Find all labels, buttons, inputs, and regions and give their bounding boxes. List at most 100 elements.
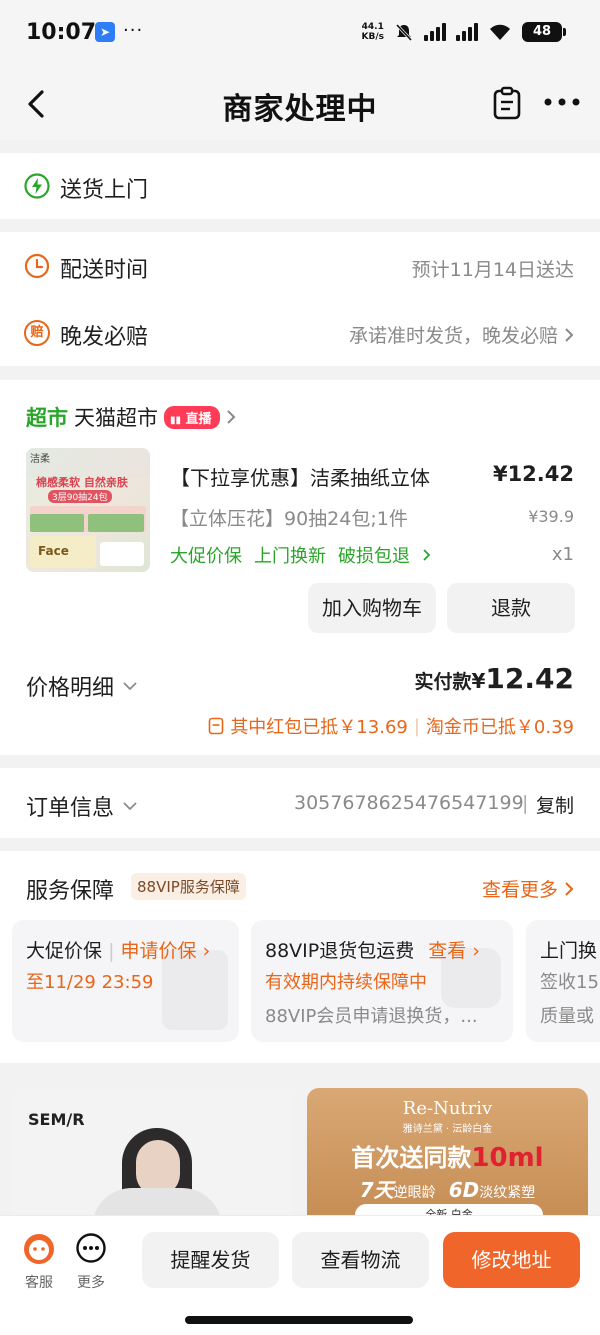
service-item-status: 有效期内持续保障中 [265,972,427,993]
shop-header[interactable]: 超市 天猫超市 ▮▮ 直播 [26,402,236,432]
supermarket-logo: 超市 [26,406,68,430]
more-circle-icon [76,1233,106,1263]
more-icon[interactable] [542,90,582,114]
battery-icon: 48 [522,22,566,42]
service-tags[interactable]: 大促价保 上门换新 破损包退 [170,542,431,568]
ad-tagline-num2: 6D [448,1178,480,1202]
service-item-line3: 质量或 [540,1006,594,1027]
service-item-line2: 签收15 [540,972,599,993]
image-spec-text: 3层90抽24包 [48,490,112,503]
clipboard-icon[interactable] [492,86,522,120]
ad-headline-text: 首次送同款 [351,1144,472,1172]
copy-button[interactable]: 复制 [536,791,574,818]
mute-icon [395,23,413,42]
home-indicator[interactable] [185,1316,413,1324]
service-item-title: 大促价保 [26,940,103,962]
ad-tagline-text1: 逆眼龄 [393,1185,436,1201]
customer-service-button[interactable]: 客服 [20,1232,58,1292]
service-item-deadline: 至11/29 23:59 [26,972,154,993]
ad-brand-logo: Re-Nutriv [402,1098,493,1119]
product-price: ¥12.42 [492,462,574,486]
chevron-right-icon [565,881,574,896]
view-more-link[interactable]: 查看更多 [482,875,574,902]
signal-2-icon [456,23,478,41]
chevron-right-icon: › [472,940,480,962]
paid-label: 实付款 [414,671,472,693]
ad-tagline-num1: 7天 [359,1178,394,1202]
service-item-desc: 88VIP会员申请退换货，... [265,1006,478,1027]
service-item-title: 上门换 [540,940,598,962]
ad-tagline: 7天逆眼龄 6D淡纹紧塑 [307,1174,588,1203]
nav-bar: 商家处理中 [0,68,600,140]
clock-icon [24,253,50,279]
late-compensation-value: 承诺准时发货，晚发必赔 [348,325,558,347]
service-tag: 破损包退 [338,546,410,567]
status-bar: 10:07 ➤ ··· 44.1 KB/s 48 [0,0,600,68]
ad-headline: 首次送同款10ml [307,1138,588,1173]
coin-deduction: 淘金币已抵￥0.39 [425,717,574,738]
service-item-return-shipping[interactable]: 88VIP退货包运费 查看 › 有效期内持续保障中 88VIP会员申请退换货，.… [251,920,513,1042]
ad-headline-highlight: 10ml [471,1143,544,1173]
service-item-home-exchange[interactable]: 上门换 签收15 质量或 [526,920,600,1042]
separator: | [413,715,420,737]
late-compensation-label: 晚发必赔 [60,325,149,350]
paid-amount: 实付款 ¥ 12.42 [414,662,574,695]
compensation-badge-icon: 赔 [24,320,50,346]
product-sku: 【立体压花】90抽24包;1件 [170,508,408,530]
customer-service-icon [24,1234,54,1264]
refund-button[interactable]: 退款 [447,583,575,633]
order-number: 3057678625476547199 [294,792,524,814]
image-face-text: Face [38,544,69,558]
service-title: 服务保障 [26,879,115,904]
delivery-time-label: 配送时间 [60,258,149,283]
separator: | [522,792,529,814]
service-item-header: 88VIP退货包运费 查看 › [265,936,480,963]
shipping-card: 配送时间 预计11月14日送达 赔 晚发必赔 承诺准时发货，晚发必赔 [0,232,600,366]
more-button[interactable]: 更多 [72,1232,110,1292]
original-price: ¥39.9 [528,507,574,526]
chevron-down-icon [123,682,137,691]
order-info-toggle[interactable]: 订单信息 [26,790,138,822]
deduction-info: 其中红包已抵￥13.69 | 淘金币已抵￥0.39 [208,713,574,739]
add-to-cart-button[interactable]: 加入购物车 [308,583,436,633]
ad-banner-left[interactable]: SEM/R [12,1088,293,1228]
more-label: 更多 [77,1275,105,1291]
late-compensation-link[interactable]: 承诺准时发货，晚发必赔 [349,321,574,348]
view-logistics-button[interactable]: 查看物流 [292,1232,429,1288]
chevron-right-icon [565,327,574,342]
apply-price-protect-link[interactable]: 申请价保 [121,940,197,962]
more-notifications-icon: ··· [123,20,144,41]
quantity: x1 [551,544,574,565]
signal-1-icon [424,23,446,41]
delivery-time-value: 预计11月14日送达 [411,259,574,281]
image-brand-text: 洁柔 [30,454,50,465]
separator: | [108,940,115,962]
image-headline-text: 棉感柔软 自然亲肤 [36,476,128,489]
net-speed: 44.1 KB/s [362,22,384,42]
delivery-label: 送货上门 [60,178,149,203]
service-item-header: 大促价保 | 申请价保 › [26,936,210,963]
product-card: 超市 天猫超市 ▮▮ 直播 洁柔 棉感柔软 自然亲肤 3层90抽24包 Face… [0,380,600,755]
view-more-label: 查看更多 [481,879,558,901]
delivery-card: 送货上门 [0,153,600,219]
red-packet-deduction: 其中红包已抵￥13.69 [230,717,408,738]
ad-brand-logo: SEM/R [28,1110,85,1129]
vip-service-tag: 88VIP服务保障 [131,873,246,900]
modify-address-button[interactable]: 修改地址 [443,1232,580,1288]
remind-ship-button[interactable]: 提醒发货 [142,1232,279,1288]
net-speed-value: 44.1 [361,22,384,32]
chevron-right-icon [226,410,235,424]
product-image[interactable]: 洁柔 棉感柔软 自然亲肤 3层90抽24包 Face [26,448,150,572]
order-info-label: 订单信息 [26,796,115,821]
product-title[interactable]: 【下拉享优惠】洁柔抽纸立体 [170,462,430,491]
chevron-right-icon: › [202,940,211,962]
shop-name: 天猫超市 [74,406,158,430]
chevron-right-icon [423,549,431,561]
view-link[interactable]: 查看 [428,940,466,962]
customer-service-label: 客服 [25,1275,53,1291]
live-badge-label: 直播 [185,411,212,427]
service-item-price-protect[interactable]: 大促价保 | 申请价保 › 至11/29 23:59 [12,920,239,1042]
live-badge: ▮▮ 直播 [164,405,220,429]
price-detail-toggle[interactable]: 价格明细 [26,670,138,702]
ad-banner-right[interactable]: Re-Nutriv 雅诗兰黛 · 沄龄白金 首次送同款10ml 7天逆眼龄 6D… [307,1088,588,1228]
